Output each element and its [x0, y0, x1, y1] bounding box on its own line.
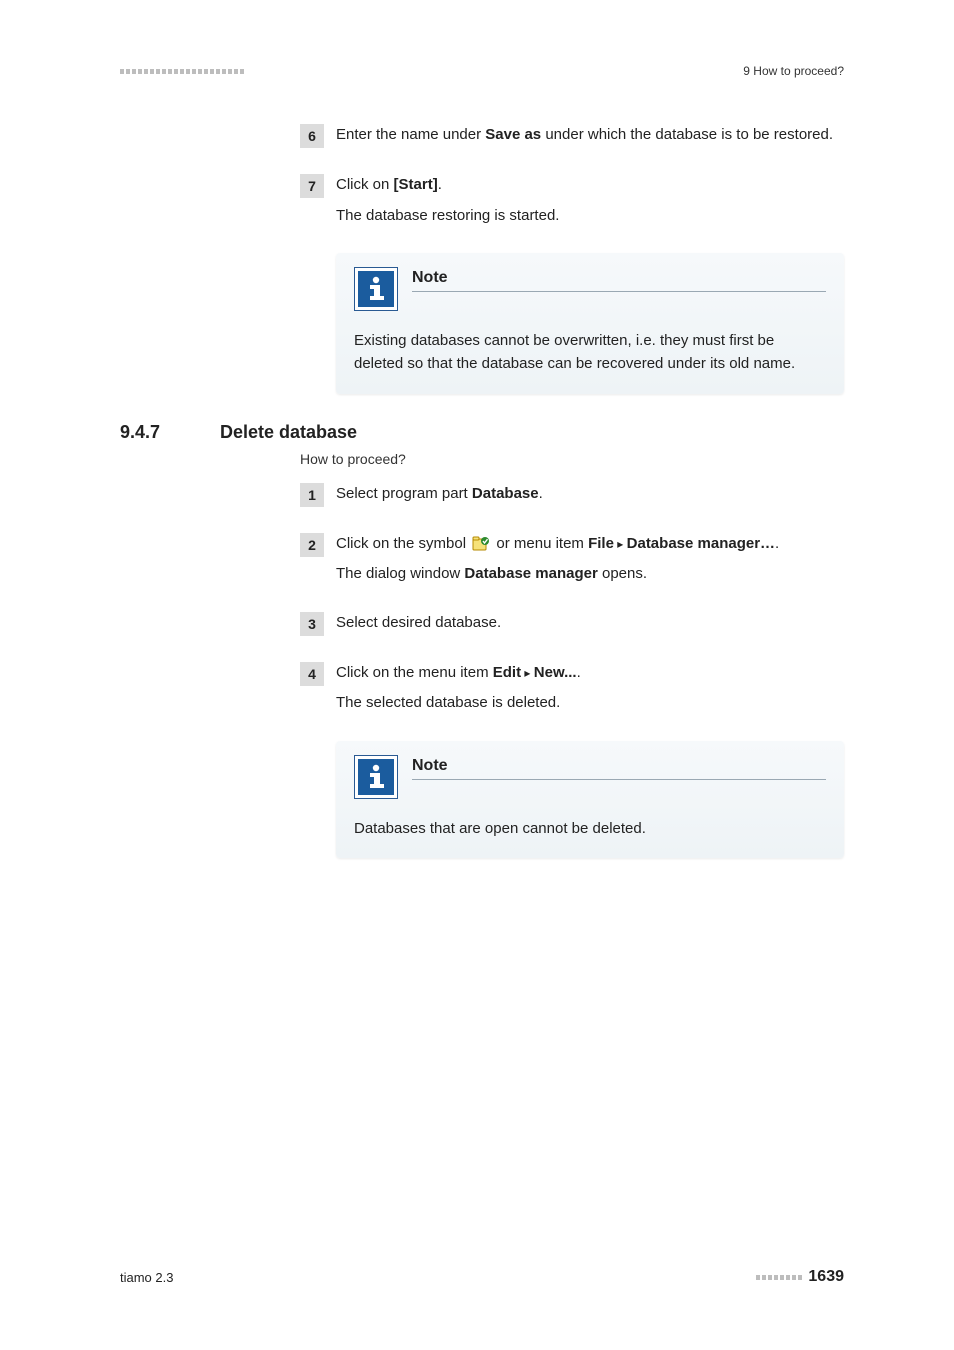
page-content: 6 Enter the name under Save as under whi… [120, 124, 844, 858]
text: Click on [336, 176, 394, 193]
text: . [775, 535, 779, 552]
text: . [539, 485, 543, 502]
step-number-badge: 2 [300, 533, 324, 557]
step-number-badge: 4 [300, 662, 324, 686]
text: Click on the menu item [336, 664, 493, 681]
step-body: Click on the menu item Edit ▸ New.... Th… [336, 662, 844, 715]
step-text: Enter the name under Save as under which… [336, 124, 844, 147]
page: 9 How to proceed? 6 Enter the name under… [0, 0, 954, 1350]
note-title-wrap: Note [412, 755, 826, 780]
note-header: Note [354, 755, 826, 799]
step-4: 4 Click on the menu item Edit ▸ New.... … [300, 662, 844, 715]
step-body: Click on the symbol or menu item File ▸ … [336, 533, 844, 586]
page-footer: tiamo 2.3 1639 [120, 1268, 844, 1286]
step-body: Select desired database. [336, 612, 844, 636]
step-body: Click on [Start]. The database restoring… [336, 174, 844, 227]
note-header: Note [354, 267, 826, 311]
delete-steps: 1 Select program part Database. 2 Click … [300, 483, 844, 715]
howto-label: How to proceed? [300, 451, 844, 467]
info-glyph-icon [365, 764, 387, 790]
database-manager-icon [472, 536, 490, 552]
text: The dialog window [336, 565, 464, 582]
step-3: 3 Select desired database. [300, 612, 844, 636]
footer-product-label: tiamo 2.3 [120, 1270, 173, 1285]
note-title: Note [412, 757, 826, 780]
step-number-badge: 7 [300, 174, 324, 198]
step-7: 7 Click on [Start]. The database restori… [300, 174, 844, 227]
section-title: Delete database [220, 422, 357, 443]
bold-text: Edit [493, 664, 521, 681]
info-icon [354, 267, 398, 311]
text: . [577, 664, 581, 681]
text: . [438, 176, 442, 193]
footer-decoration [756, 1275, 802, 1280]
page-header: 9 How to proceed? [120, 64, 844, 78]
step-number-badge: 6 [300, 124, 324, 148]
step-number-badge: 1 [300, 483, 324, 507]
step-body: Enter the name under Save as under which… [336, 124, 844, 148]
menu-separator-icon: ▸ [614, 537, 627, 551]
page-number: 1639 [808, 1268, 844, 1286]
text: opens. [598, 565, 647, 582]
header-chapter-label: 9 How to proceed? [743, 64, 844, 78]
note-title-wrap: Note [412, 267, 826, 292]
info-glyph-icon [365, 276, 387, 302]
note-box: Note Existing databases cannot be overwr… [336, 253, 844, 394]
bold-text: Database manager… [627, 535, 775, 552]
bold-text: Database [472, 485, 539, 502]
step-6: 6 Enter the name under Save as under whi… [300, 124, 844, 148]
bold-text: New... [534, 664, 577, 681]
step-result-text: The selected database is deleted. [336, 692, 844, 715]
info-icon [354, 755, 398, 799]
section-number: 9.4.7 [120, 422, 220, 443]
note-box: Note Databases that are open cannot be d… [336, 741, 844, 858]
step-text: Click on the symbol or menu item File ▸ … [336, 533, 844, 556]
step-text: Click on the menu item Edit ▸ New.... [336, 662, 844, 685]
step-result-text: The dialog window Database manager opens… [336, 563, 844, 586]
step-text: Select desired database. [336, 612, 844, 635]
steps-continued: 6 Enter the name under Save as under whi… [300, 124, 844, 227]
section-heading: 9.4.7 Delete database [120, 422, 844, 443]
text: Select program part [336, 485, 472, 502]
step-text: Click on [Start]. [336, 174, 844, 197]
step-2: 2 Click on the symbol or menu item File … [300, 533, 844, 586]
bold-text: Database manager [464, 565, 597, 582]
note-title: Note [412, 269, 826, 292]
note-text: Existing databases cannot be overwritten… [354, 329, 826, 376]
step-result-text: The database restoring is started. [336, 205, 844, 228]
text: under which the database is to be restor… [541, 126, 833, 143]
footer-right: 1639 [756, 1268, 844, 1286]
header-decoration-left [120, 69, 244, 74]
text: Click on the symbol [336, 535, 470, 552]
step-body: Select program part Database. [336, 483, 844, 507]
text: Enter the name under [336, 126, 485, 143]
bold-text: Save as [485, 126, 541, 143]
bold-text: File [588, 535, 614, 552]
step-1: 1 Select program part Database. [300, 483, 844, 507]
step-number-badge: 3 [300, 612, 324, 636]
bold-text: [Start] [394, 176, 438, 193]
note-text: Databases that are open cannot be delete… [354, 817, 826, 840]
text: or menu item [492, 535, 588, 552]
menu-separator-icon: ▸ [521, 666, 534, 680]
step-text: Select program part Database. [336, 483, 844, 506]
